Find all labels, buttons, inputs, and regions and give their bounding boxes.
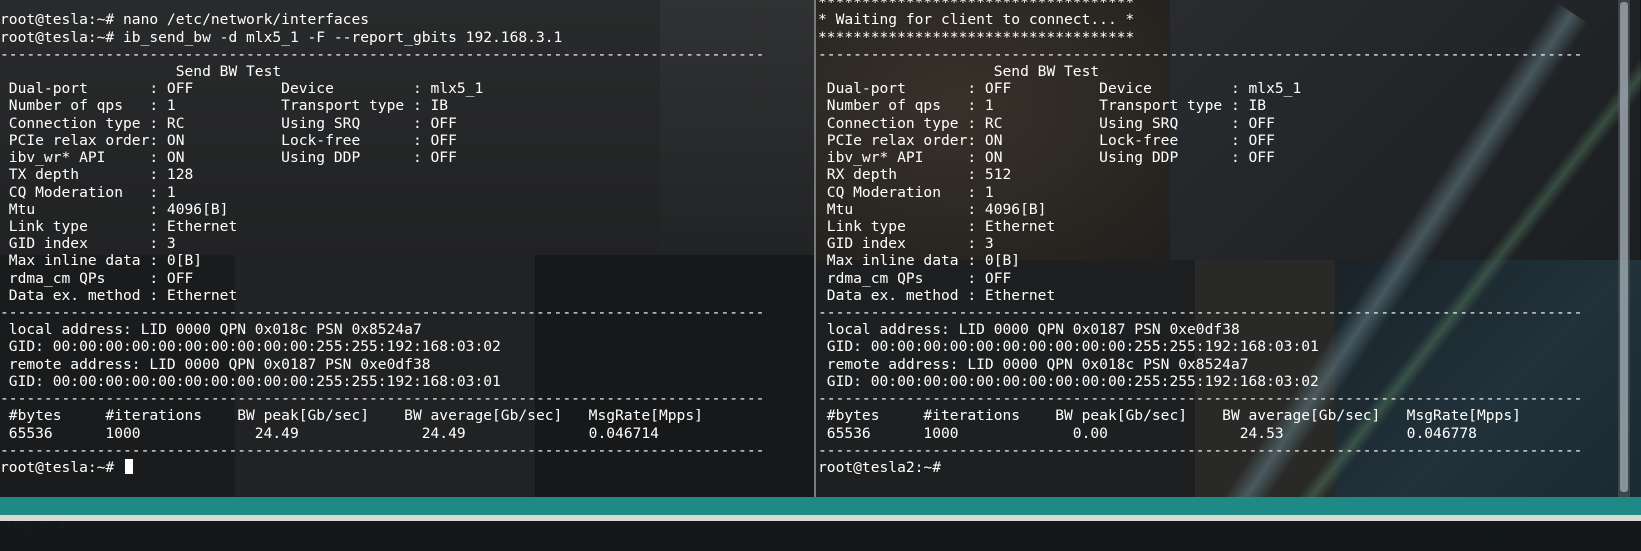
test-title: Send BW Test [818, 63, 1100, 80]
terminal-line: Mtu : 4096[B] [818, 201, 1047, 218]
prompt-text: root@tesla:~# [0, 459, 124, 476]
results-row: 65536 1000 24.49 24.49 0.046714 [0, 425, 659, 442]
terminal-line: * Waiting for client to connect... * [818, 11, 1135, 28]
separator-line: ----------------------------------------… [818, 304, 1583, 321]
terminal-line: Dual-port : OFF Device : mlx5_1 [0, 80, 484, 97]
terminal-line: GID index : 3 [0, 235, 176, 252]
terminal-line: ibv_wr* API : ON Using DDP : OFF [818, 149, 1275, 166]
separator-line: ----------------------------------------… [818, 46, 1583, 63]
prompt-text: root@tesla2:~# [818, 459, 950, 476]
terminal-line: GID: 00:00:00:00:00:00:00:00:00:00:255:2… [818, 373, 1319, 390]
terminal-line: CQ Moderation : 1 [818, 184, 994, 201]
taskbar-edge [0, 515, 1641, 521]
terminal-line: GID: 00:00:00:00:00:00:00:00:00:00:255:2… [0, 373, 501, 390]
terminal-line: PCIe relax order: ON Lock-free : OFF [0, 132, 457, 149]
pane-divider[interactable] [814, 0, 816, 497]
terminal-line: rdma_cm QPs : OFF [818, 270, 1012, 287]
terminal-line: rdma_cm QPs : OFF [0, 270, 194, 287]
terminal-line: ************************************ [818, 29, 1135, 46]
shell-prompt[interactable]: root@tesla2:~# [818, 459, 950, 477]
test-title: Send BW Test [0, 63, 282, 80]
terminal-line: root@tesla:~# ib_send_bw -d mlx5_1 -F --… [0, 29, 563, 46]
terminal-scrollbar[interactable] [1618, 0, 1630, 497]
terminal-line: remote address: LID 0000 QPN 0x0187 PSN … [0, 356, 431, 373]
terminal-line: TX depth : 128 [0, 166, 194, 183]
terminal-line: PCIe relax order: ON Lock-free : OFF [818, 132, 1275, 149]
terminal-line: CQ Moderation : 1 [0, 184, 176, 201]
terminal-line: RX depth : 512 [818, 166, 1012, 183]
terminal-line: GID: 00:00:00:00:00:00:00:00:00:00:255:2… [818, 338, 1319, 355]
separator-line: ----------------------------------------… [0, 304, 765, 321]
results-row: 65536 1000 0.00 24.53 0.046778 [818, 425, 1477, 442]
terminal-line: Mtu : 4096[B] [0, 201, 229, 218]
separator-line: ----------------------------------------… [0, 442, 765, 459]
terminal-line: Connection type : RC Using SRQ : OFF [818, 115, 1275, 132]
terminal-line: local address: LID 0000 QPN 0x018c PSN 0… [0, 321, 422, 338]
terminal-line: Number of qps : 1 Transport type : IB [818, 97, 1267, 114]
host-clock: "abyss.example.org" 22:38 04-мая-25 [1283, 533, 1591, 550]
terminal-line: Connection type : RC Using SRQ : OFF [0, 115, 457, 132]
terminal-line: Max inline data : 0[B] [0, 252, 203, 269]
text-cursor [125, 459, 134, 474]
terminal-line: Data ex. method : Ethernet [818, 287, 1056, 304]
terminal-line: local address: LID 0000 QPN 0x0187 PSN 0… [818, 321, 1240, 338]
terminal-line: GID: 00:00:00:00:00:00:00:00:00:00:255:2… [0, 338, 501, 355]
terminal-line: Number of qps : 1 Transport type : IB [0, 97, 449, 114]
terminal-line: Max inline data : 0[B] [818, 252, 1021, 269]
terminal-pane-right[interactable]: ************************************ * W… [818, 0, 1610, 497]
terminal-line: Data ex. method : Ethernet [0, 287, 238, 304]
shell-prompt[interactable]: root@tesla:~# [0, 459, 134, 477]
separator-line: ----------------------------------------… [818, 390, 1583, 407]
terminal-line: root@tesla:~# nano /etc/network/interfac… [0, 11, 370, 28]
terminal-line: ibv_wr* API : ON Using DDP : OFF [0, 149, 457, 166]
results-header: #bytes #iterations BW peak[Gb/sec] BW av… [818, 407, 1521, 424]
terminal-line: Link type : Ethernet [818, 218, 1056, 235]
separator-line: ----------------------------------------… [0, 390, 765, 407]
separator-line: ----------------------------------------… [0, 46, 765, 63]
tmux-status-bar: [0] 0 1 "abyss.example.org" 22:38 04-мая… [0, 497, 1641, 550]
terminal-pane-left[interactable]: root@tesla:~# nano /etc/network/interfac… [0, 0, 815, 497]
separator-line: ----------------------------------------… [818, 442, 1583, 459]
terminal-line: Link type : Ethernet [0, 218, 238, 235]
terminal-line: remote address: LID 0000 QPN 0x018c PSN … [818, 356, 1249, 373]
terminal-line: GID index : 3 [818, 235, 994, 252]
results-header: #bytes #iterations BW peak[Gb/sec] BW av… [0, 407, 703, 424]
terminal-line: Dual-port : OFF Device : mlx5_1 [818, 80, 1302, 97]
scrollbar-thumb[interactable] [1620, 2, 1628, 492]
